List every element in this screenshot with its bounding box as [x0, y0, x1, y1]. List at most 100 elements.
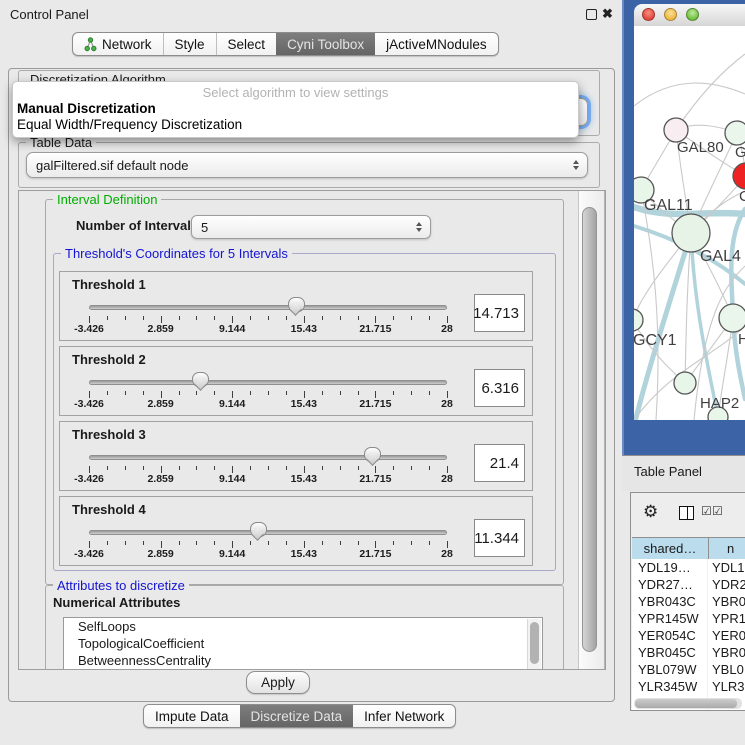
- slider-tick: [161, 541, 162, 548]
- table-row[interactable]: YDR27…YDR2: [632, 576, 745, 593]
- tab-label: Infer Network: [364, 709, 444, 724]
- slider-tick-label: 28: [417, 398, 477, 410]
- close-icon[interactable]: ✖: [602, 6, 613, 22]
- float-window-icon[interactable]: [586, 9, 597, 20]
- slider-tick: [375, 466, 376, 473]
- slider-tick-label: 9.144: [202, 398, 262, 410]
- cell-name[interactable]: YLR3: [708, 678, 745, 695]
- slider-tick: [375, 541, 376, 548]
- tab-impute-data[interactable]: Impute Data: [144, 705, 240, 727]
- threshold-value-field[interactable]: 11.344: [474, 519, 525, 557]
- settings-scrollbar-thumb[interactable]: [582, 207, 597, 652]
- slider-tick-label: -3.426: [59, 323, 119, 335]
- zoom-traffic-light-icon[interactable]: [686, 8, 699, 21]
- tab-label: Network: [102, 37, 152, 52]
- slider-tick: [250, 316, 251, 320]
- table-row[interactable]: YBR045CYBR0: [632, 644, 745, 661]
- tab-jactivemnodules[interactable]: jActiveMNodules: [375, 33, 498, 55]
- attribute-item[interactable]: BetweennessCentrality: [64, 652, 542, 669]
- apply-button[interactable]: Apply: [246, 671, 310, 694]
- slider-tick-label: 15.43: [274, 548, 334, 560]
- slider-thumb[interactable]: [288, 297, 305, 312]
- list-scrollbar-thumb[interactable]: [530, 622, 539, 664]
- slider-thumb[interactable]: [250, 522, 267, 537]
- settings-scrollbar[interactable]: [578, 191, 605, 669]
- slider-tick: [358, 466, 359, 470]
- slider-thumb[interactable]: [192, 372, 209, 387]
- slider-tick: [125, 316, 126, 320]
- cell-name[interactable]: YER0: [708, 627, 745, 644]
- cell-shared-name[interactable]: YER054C: [632, 627, 708, 644]
- select-all-icon[interactable]: ☑: [712, 504, 723, 518]
- tab-network[interactable]: Network: [73, 33, 163, 55]
- cell-shared-name[interactable]: YBL079W: [632, 661, 708, 678]
- slider-tick: [232, 466, 233, 473]
- gear-icon[interactable]: ⚙: [643, 502, 658, 522]
- slider-tick: [447, 391, 448, 398]
- close-traffic-light-icon[interactable]: [642, 8, 655, 21]
- threshold-value-field[interactable]: 21.4: [474, 444, 525, 482]
- tab-infer-network[interactable]: Infer Network: [353, 705, 455, 727]
- number-of-intervals-combo[interactable]: 5: [191, 215, 431, 239]
- column-header-shared[interactable]: shared…: [632, 538, 709, 559]
- slider-track[interactable]: [89, 455, 447, 460]
- network-node-gal4[interactable]: [672, 214, 710, 252]
- minimize-traffic-light-icon[interactable]: [664, 8, 677, 21]
- table-row[interactable]: YBR043CYBR0: [632, 593, 745, 610]
- dropdown-placeholder-item[interactable]: Select algorithm to view settings: [13, 85, 578, 101]
- slider-track[interactable]: [89, 305, 447, 310]
- slider-track[interactable]: [89, 380, 447, 385]
- table-header-row: shared… n: [632, 537, 745, 560]
- network-node-h[interactable]: [719, 304, 745, 332]
- slider-tick: [447, 316, 448, 323]
- table-row[interactable]: YDL19…YDL1: [632, 559, 745, 576]
- table-row[interactable]: YBL079WYBL0: [632, 661, 745, 678]
- cell-name[interactable]: YPR1: [708, 610, 745, 627]
- tab-cyni-toolbox[interactable]: Cyni Toolbox: [276, 33, 375, 55]
- column-header-name[interactable]: n: [709, 538, 745, 559]
- cell-shared-name[interactable]: YDL19…: [632, 559, 708, 576]
- attribute-item[interactable]: SelfLoops: [64, 618, 542, 635]
- dropdown-item-equal-width-frequency[interactable]: Equal Width/Frequency Discretization: [13, 117, 578, 133]
- cell-name[interactable]: YDR2: [708, 576, 745, 593]
- dropdown-item-manual-discretization[interactable]: Manual Discretization: [13, 101, 578, 117]
- table-hscrollbar[interactable]: [634, 698, 742, 709]
- network-window-titlebar[interactable]: [634, 4, 745, 27]
- table-row[interactable]: YLR345WYLR3: [632, 678, 745, 695]
- cell-name[interactable]: YDL1: [708, 559, 745, 576]
- network-node-g[interactable]: [725, 121, 745, 145]
- network-canvas[interactable]: GAL80GCGAL11GAL4GCY1HHAP2: [634, 26, 745, 420]
- network-node-hap2[interactable]: [674, 372, 696, 394]
- table-data-combo[interactable]: galFiltered.sif default node: [26, 152, 588, 178]
- list-scrollbar[interactable]: [527, 619, 541, 670]
- cell-name[interactable]: YBL0: [708, 661, 745, 678]
- slider-tick: [161, 466, 162, 473]
- cell-name[interactable]: YBR0: [708, 593, 745, 610]
- select-columns-icon[interactable]: ☑: [701, 504, 712, 518]
- cell-shared-name[interactable]: YLR345W: [632, 678, 708, 695]
- attribute-item[interactable]: TopologicalCoefficient: [64, 635, 542, 652]
- split-columns-icon[interactable]: [679, 506, 694, 520]
- tab-select[interactable]: Select: [216, 33, 277, 55]
- threshold-value-field[interactable]: 6.316: [474, 369, 525, 407]
- slider-thumb[interactable]: [364, 447, 381, 462]
- table-row[interactable]: YER054CYER0: [632, 627, 745, 644]
- threshold-value-field[interactable]: 14.713: [474, 294, 525, 332]
- tab-style[interactable]: Style: [163, 33, 216, 55]
- cell-shared-name[interactable]: YBR045C: [632, 644, 708, 661]
- cell-shared-name[interactable]: YPR145W: [632, 610, 708, 627]
- tab-discretize-data[interactable]: Discretize Data: [240, 705, 354, 727]
- cell-name[interactable]: YBR0: [708, 644, 745, 661]
- numerical-attributes-list[interactable]: SelfLoopsTopologicalCoefficientBetweenne…: [63, 617, 543, 670]
- network-node-gcy1[interactable]: [634, 309, 643, 331]
- slider-track[interactable]: [89, 530, 447, 535]
- table-row[interactable]: YPR145WYPR1: [632, 610, 745, 627]
- table-hscrollbar-thumb[interactable]: [635, 699, 737, 708]
- network-node-c[interactable]: [733, 163, 745, 189]
- node-label: H: [738, 331, 745, 348]
- cell-shared-name[interactable]: YDR27…: [632, 576, 708, 593]
- table-body: YDL19…YDL1YDR27…YDR2YBR043CYBR0YPR145WYP…: [632, 559, 745, 710]
- cell-shared-name[interactable]: YBR043C: [632, 593, 708, 610]
- top-tabs: Network StyleSelectCyni ToolboxjActiveMNo…: [72, 32, 499, 56]
- slider-tick: [196, 541, 197, 545]
